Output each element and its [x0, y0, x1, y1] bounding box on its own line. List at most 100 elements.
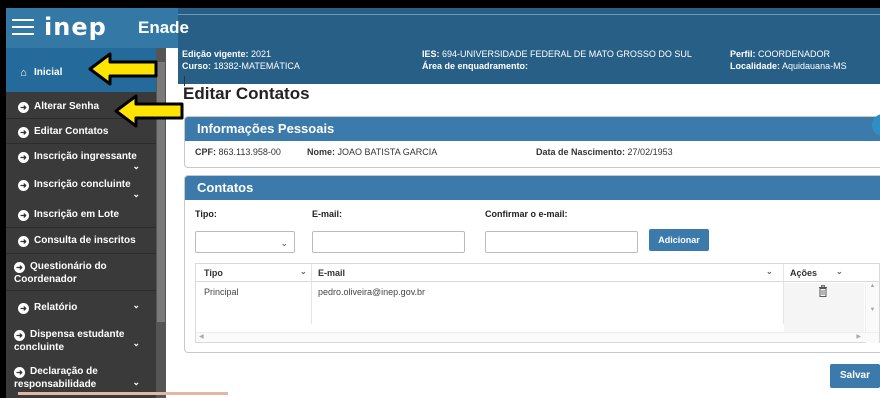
hamburger-menu-icon[interactable]	[12, 19, 34, 35]
localidade-value: Aquidauana-MS	[782, 61, 847, 71]
personal-info-panel: Informações Pessoais CPF: 863.113.958-00…	[184, 116, 880, 168]
sidebar-item-dispensa[interactable]: ➜ Dispensa estudante concluinte ⌄	[6, 325, 156, 355]
sidebar-divider	[6, 227, 156, 228]
confirm-email-input[interactable]	[485, 231, 638, 253]
app-window: inep Enade Edição vigente: 2021 Curso: 1…	[6, 8, 880, 398]
sidebar-divider	[6, 290, 156, 291]
edicao-value: 2021	[251, 49, 272, 59]
arrow-circle-icon: ➜	[14, 367, 25, 378]
arrow-circle-icon: ➜	[18, 210, 29, 221]
col-header-email[interactable]: E-mail	[318, 268, 345, 278]
email-input[interactable]	[312, 231, 465, 253]
perfil-value: COORDENADOR	[758, 49, 831, 59]
sidebar-item-inscricao-ingressante[interactable]: ➜ Inscrição ingressante ⌄	[6, 146, 156, 172]
sidebar-item-inscricao-concluinte[interactable]: ➜ Inscrição concluinte ⌄	[6, 174, 156, 200]
perfil-info: Perfil: COORDENADOR	[730, 48, 830, 60]
sidebar-item-label: Questionário do	[30, 261, 107, 272]
cpf-field: CPF: 863.113.958-00	[195, 147, 281, 157]
trash-icon[interactable]	[818, 285, 828, 297]
header-divider	[178, 14, 880, 15]
row-email: pedro.oliveira@inep.gov.br	[318, 287, 426, 297]
sidebar-item-label: Inscrição concluinte	[34, 179, 131, 190]
arrow-circle-icon: ➜	[14, 330, 25, 341]
area-label: Área de enquadramento:	[422, 61, 529, 71]
cpf-label: CPF:	[195, 147, 216, 157]
grid-header: Tipo ⌄ E-mail ⌄ Ações ⌄	[196, 264, 879, 282]
save-button[interactable]: Salvar	[830, 364, 880, 388]
arrow-circle-icon: ➜	[18, 127, 29, 138]
nascimento-label: Data de Nascimento:	[536, 147, 626, 157]
sidebar-item-consulta-inscritos[interactable]: ➜ Consulta de inscritos	[6, 229, 156, 251]
arrow-circle-icon: ➜	[18, 152, 29, 163]
brand-bar: inep Enade	[6, 8, 189, 48]
app-name: Enade	[138, 18, 190, 37]
localidade-info: Localidade: Aquidauana-MS	[730, 60, 847, 72]
sidebar-item-label: Relatório	[34, 302, 78, 313]
context-info-bar: Edição vigente: 2021 Curso: 18382-MATEMÁ…	[178, 48, 880, 84]
chevron-down-icon: ⌄	[132, 161, 140, 171]
chevron-down-icon[interactable]: ⌄	[766, 267, 773, 276]
curso-value: 18382-MATEMÁTICA	[213, 61, 300, 71]
perfil-label: Perfil:	[730, 49, 756, 59]
inep-logo: inep	[44, 13, 107, 41]
curso-label: Curso:	[182, 61, 211, 71]
edicao-info: Edição vigente: 2021	[182, 48, 271, 60]
email-label: E-mail:	[312, 209, 343, 219]
sidebar-divider	[6, 143, 156, 144]
sidebar-item-questionario[interactable]: ➜ Questionário do Coordenador	[6, 256, 156, 288]
sidebar-item-inscricao-lote[interactable]: ➜ Inscrição em Lote	[6, 204, 156, 226]
tipo-select[interactable]: ⌄	[195, 231, 295, 253]
sidebar-item-label: Inscrição ingressante	[34, 151, 137, 162]
sidebar-item-label: Inicial	[34, 67, 63, 78]
screenshot-frame: inep Enade Edição vigente: 2021 Curso: 1…	[0, 0, 880, 398]
localidade-label: Localidade:	[730, 61, 781, 71]
ies-value: 694-UNIVERSIDADE FEDERAL DE MATO GROSSO …	[442, 49, 692, 59]
sidebar-divider	[6, 253, 156, 254]
bottom-strip	[18, 392, 228, 395]
home-icon: ⌂	[20, 67, 27, 79]
chevron-down-icon[interactable]: ⌄	[836, 267, 843, 276]
annotation-arrow-icon	[114, 94, 184, 128]
chevron-down-icon[interactable]: ⌄	[300, 267, 307, 276]
sidebar-item-label: Consulta de inscritos	[34, 235, 136, 246]
nascimento-field: Data de Nascimento: 27/02/1953	[536, 147, 673, 157]
tipo-label: Tipo:	[195, 209, 217, 219]
sidebar-item-label: Alterar Senha	[34, 101, 100, 112]
nome-field: Nome: JOAO BATISTA GARCIA	[307, 147, 437, 157]
sidebar-item-label-line2: Coordenador	[14, 274, 77, 285]
sidebar-item-relatorio[interactable]: ➜ Relatório ⌄	[6, 298, 156, 318]
row-tipo: Principal	[204, 287, 239, 297]
ies-info: IES: 694-UNIVERSIDADE FEDERAL DE MATO GR…	[422, 48, 692, 60]
personal-info-heading: Informações Pessoais	[185, 117, 880, 141]
top-header: inep Enade	[6, 8, 880, 48]
chevron-down-icon: ⌄	[280, 238, 288, 248]
nome-label: Nome:	[307, 147, 336, 157]
sidebar-item-label: Inscrição em Lote	[34, 209, 120, 220]
chevron-down-icon: ⌄	[132, 377, 140, 387]
confirm-email-label: Confirmar o e-mail:	[485, 209, 568, 219]
col-header-tipo[interactable]: Tipo	[204, 268, 223, 278]
ies-label: IES:	[422, 49, 440, 59]
chevron-down-icon: ⌄	[132, 338, 140, 348]
sidebar-item-label: Editar Contatos	[34, 126, 109, 137]
contacts-heading: Contatos	[185, 176, 880, 200]
col-header-acoes[interactable]: Ações	[790, 268, 817, 278]
grid-horizontal-scrollbar[interactable]: ◀ ▶	[196, 332, 879, 342]
add-contact-button[interactable]: Adicionar	[649, 229, 709, 251]
sidebar-item-declaracao[interactable]: ➜ Declaração de responsabilidade ⌄	[6, 362, 156, 394]
arrow-circle-icon: ➜	[18, 102, 29, 113]
arrow-circle-icon: ➜	[14, 262, 25, 273]
arrow-circle-icon: ➜	[18, 180, 29, 191]
area-info: Área de enquadramento:	[422, 60, 528, 72]
arrow-circle-icon: ➜	[18, 303, 29, 314]
table-row[interactable]: Principal pedro.oliveira@inep.gov.br	[196, 283, 879, 301]
sidebar-item-label: Declaração de	[30, 366, 98, 377]
edicao-label: Edição vigente:	[182, 49, 249, 59]
annotation-arrow-icon	[88, 52, 158, 86]
nome-value: JOAO BATISTA GARCIA	[337, 147, 438, 157]
chevron-down-icon: ⌄	[132, 300, 140, 310]
curso-info: Curso: 18382-MATEMÁTICA	[182, 60, 300, 72]
chevron-down-icon: ⌄	[132, 189, 140, 199]
sidebar-item-label: Dispensa estudante	[30, 329, 125, 340]
nascimento-value: 27/02/1953	[627, 147, 673, 157]
